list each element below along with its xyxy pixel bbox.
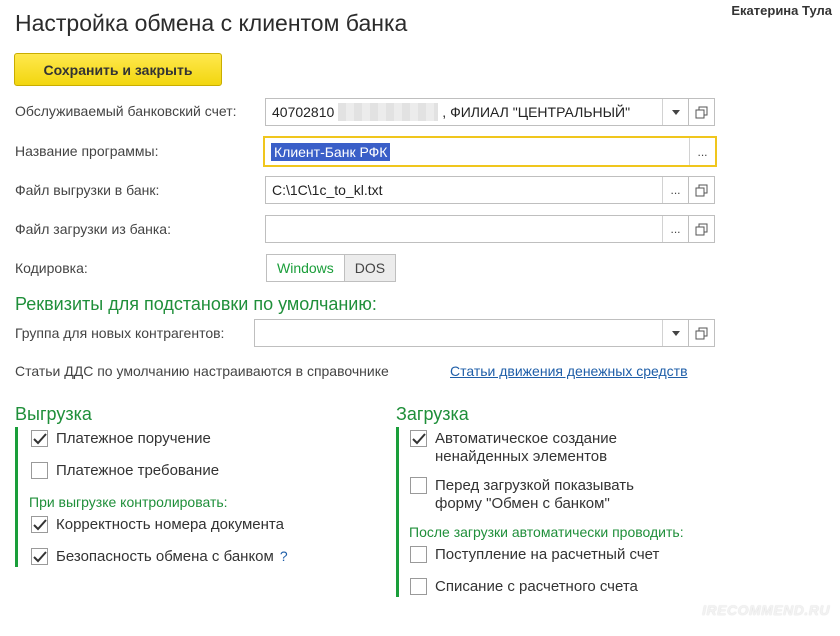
checkbox-payment-order[interactable]: Платежное поручение bbox=[31, 430, 211, 448]
ellipsis-icon: ... bbox=[697, 144, 708, 159]
dds-link[interactable]: Статьи движения денежных средств bbox=[450, 363, 688, 379]
import-file-row: ... bbox=[265, 215, 715, 243]
export-file-field[interactable]: C:\1C\1c_to_kl.txt ... bbox=[265, 176, 689, 204]
export-heading: Выгрузка bbox=[15, 404, 92, 424]
program-input[interactable]: Клиент-Банк РФК bbox=[265, 138, 689, 165]
save-and-close-button[interactable]: Сохранить и закрыть bbox=[14, 53, 222, 86]
import-post-label: После загрузки автоматически проводить: bbox=[409, 524, 684, 540]
checkbox-label: Перед загрузкой показывать форму "Обмен с… bbox=[435, 477, 634, 513]
checkbox-label-line2: ненайденных элементов bbox=[435, 448, 608, 465]
group-field[interactable] bbox=[254, 319, 689, 347]
checkbox[interactable] bbox=[410, 430, 427, 447]
checkbox-label: Платежное требование bbox=[56, 462, 220, 479]
open-window-icon bbox=[695, 327, 708, 339]
program-label: Название программы: bbox=[15, 143, 159, 159]
checkbox-label: Платежное поручение bbox=[56, 430, 211, 447]
export-file-value[interactable]: C:\1C\1c_to_kl.txt bbox=[266, 177, 662, 203]
checkbox-label: Списание с расчетного счета bbox=[435, 578, 638, 595]
export-group-line bbox=[15, 427, 18, 567]
open-window-icon bbox=[695, 184, 708, 196]
ellipsis-icon: ... bbox=[670, 222, 681, 236]
program-field[interactable]: Клиент-Банк РФК ... bbox=[263, 136, 717, 167]
checkbox-doc-number[interactable]: Корректность номера документа bbox=[31, 516, 284, 534]
open-window-icon bbox=[695, 106, 708, 118]
bank-account-field[interactable]: 40702810 , ФИЛИАЛ "ЦЕНТРАЛЬНЫЙ" bbox=[265, 98, 689, 126]
chevron-down-icon bbox=[671, 330, 680, 336]
bank-account-number: 40702810 bbox=[272, 104, 335, 120]
chevron-down-icon bbox=[671, 109, 680, 115]
checkmark-icon bbox=[32, 550, 47, 562]
checkbox-label: Поступление на расчетный счет bbox=[435, 546, 660, 563]
select-button[interactable]: ... bbox=[689, 138, 715, 165]
open-window-icon bbox=[695, 223, 708, 235]
export-control-label: При выгрузке контролировать: bbox=[29, 494, 228, 510]
encoding-windows[interactable]: Windows bbox=[266, 254, 345, 282]
checkbox-show-form[interactable]: Перед загрузкой показывать форму "Обмен с… bbox=[410, 477, 634, 513]
ellipsis-icon: ... bbox=[670, 183, 681, 197]
checkbox[interactable] bbox=[31, 462, 48, 479]
checkbox[interactable] bbox=[31, 548, 48, 565]
export-file-row: C:\1C\1c_to_kl.txt ... bbox=[265, 176, 715, 204]
checkmark-icon bbox=[411, 432, 426, 444]
bank-account-label: Обслуживаемый банковский счет: bbox=[15, 103, 237, 119]
defaults-heading: Реквизиты для подстановки по умолчанию: bbox=[15, 294, 377, 314]
group-label: Группа для новых контрагентов: bbox=[15, 325, 225, 341]
export-file-label: Файл выгрузки в банк: bbox=[15, 182, 160, 198]
dropdown-button[interactable] bbox=[662, 320, 688, 346]
dds-note: Статьи ДДС по умолчанию настраиваются в … bbox=[15, 363, 389, 379]
select-button[interactable]: ... bbox=[662, 216, 688, 242]
checkbox[interactable] bbox=[31, 430, 48, 447]
encoding-label: Кодировка: bbox=[15, 260, 88, 276]
checkmark-icon bbox=[32, 518, 47, 530]
help-icon[interactable]: ? bbox=[280, 548, 288, 564]
bank-account-value[interactable]: 40702810 , ФИЛИАЛ "ЦЕНТРАЛЬНЫЙ" bbox=[266, 99, 662, 125]
dropdown-button[interactable] bbox=[662, 99, 688, 125]
page-title: Настройка обмена с клиентом банка bbox=[15, 10, 408, 36]
checkbox[interactable] bbox=[410, 477, 427, 494]
checkbox-post-receipt[interactable]: Поступление на расчетный счет bbox=[410, 546, 659, 564]
checkbox-label: Корректность номера документа bbox=[56, 516, 284, 533]
checkmark-icon bbox=[32, 432, 47, 444]
group-value[interactable] bbox=[255, 320, 662, 346]
checkbox-payment-request[interactable]: Платежное требование bbox=[31, 462, 219, 480]
select-button[interactable]: ... bbox=[662, 177, 688, 203]
checkbox-exchange-security[interactable]: Безопасность обмена с банком ? bbox=[31, 548, 288, 566]
import-file-label: Файл загрузки из банка: bbox=[15, 221, 171, 237]
import-file-field[interactable]: ... bbox=[265, 215, 689, 243]
checkbox-auto-create[interactable]: Автоматическое создание ненайденных элеме… bbox=[410, 430, 617, 466]
user-name[interactable]: Екатерина Тула bbox=[731, 3, 832, 18]
bank-account-row: 40702810 , ФИЛИАЛ "ЦЕНТРАЛЬНЫЙ" bbox=[265, 98, 715, 126]
group-row bbox=[254, 319, 715, 347]
checkbox-label: Безопасность обмена с банком bbox=[56, 548, 274, 565]
checkbox-label-line1: Перед загрузкой показывать bbox=[435, 477, 634, 494]
open-button[interactable] bbox=[689, 319, 715, 347]
checkbox-label: Автоматическое создание ненайденных элеме… bbox=[435, 430, 617, 466]
bank-account-bank: , ФИЛИАЛ "ЦЕНТРАЛЬНЫЙ" bbox=[442, 104, 631, 120]
import-file-value[interactable] bbox=[266, 216, 662, 242]
encoding-switch: Windows DOS bbox=[266, 254, 397, 282]
open-button[interactable] bbox=[689, 215, 715, 243]
import-group-line bbox=[396, 427, 399, 597]
checkbox-label-line2: форму "Обмен с банком" bbox=[435, 495, 610, 512]
checkbox-label-line1: Автоматическое создание bbox=[435, 430, 617, 447]
import-heading: Загрузка bbox=[396, 404, 469, 424]
encoding-dos[interactable]: DOS bbox=[344, 254, 397, 282]
checkbox-post-writeoff[interactable]: Списание с расчетного счета bbox=[410, 578, 638, 596]
open-button[interactable] bbox=[689, 176, 715, 204]
checkbox[interactable] bbox=[410, 546, 427, 563]
watermark: IRECOMMEND.RU bbox=[702, 602, 830, 618]
checkbox[interactable] bbox=[31, 516, 48, 533]
program-value: Клиент-Банк РФК bbox=[271, 142, 391, 161]
checkbox[interactable] bbox=[410, 578, 427, 595]
open-button[interactable] bbox=[689, 98, 715, 126]
redacted-blur bbox=[338, 103, 439, 121]
